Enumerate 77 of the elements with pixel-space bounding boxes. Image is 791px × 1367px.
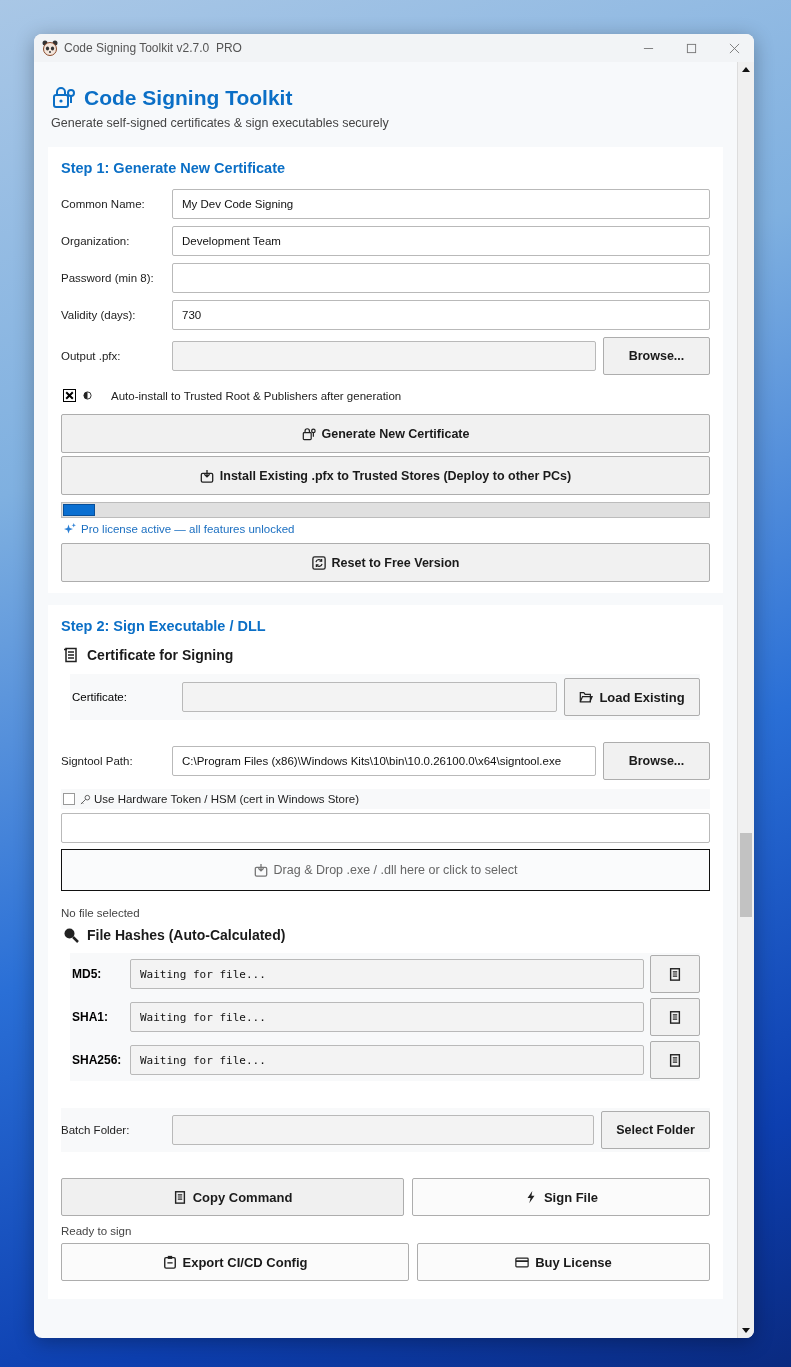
drop-zone[interactable]: Drag & Drop .exe / .dll here or click to select bbox=[61, 849, 710, 891]
checkbox-label: Auto-install to Trusted Root & Publishers after generation bbox=[111, 389, 402, 402]
clipboard-icon bbox=[668, 967, 682, 981]
batch-folder-field[interactable] bbox=[172, 1115, 594, 1145]
generate-button[interactable]: Generate New Certificate bbox=[61, 414, 710, 453]
folder-icon bbox=[579, 690, 594, 704]
checkbox[interactable] bbox=[63, 389, 76, 402]
scrollbar[interactable] bbox=[737, 62, 754, 1338]
export-config-button[interactable]: Export CI/CD Config bbox=[61, 1243, 409, 1281]
subsection-title: File Hashes (Auto-Calculated) bbox=[87, 927, 286, 943]
copy-button[interactable] bbox=[650, 998, 700, 1036]
refresh-icon bbox=[311, 555, 326, 570]
text-field[interactable]: 730 bbox=[172, 300, 710, 330]
reset-button[interactable]: Reset to Free Version bbox=[61, 543, 710, 582]
drop-zone-hint: Drag & Drop .exe / .dll here or click to select bbox=[273, 863, 518, 877]
key-icon bbox=[80, 793, 91, 805]
half-circle-icon bbox=[83, 391, 92, 400]
signtool-path-field[interactable]: C:\Program Files (x86)\Windows Kits\10\bin\10.0.26100.0\x64\signtool.exe bbox=[172, 746, 596, 776]
text-field[interactable]: Development Team bbox=[172, 226, 710, 256]
field-label: Certificate: bbox=[72, 691, 128, 703]
panda-icon bbox=[42, 40, 58, 56]
scroll-up-icon[interactable] bbox=[741, 65, 751, 75]
clipboard-icon bbox=[668, 1010, 682, 1024]
lock-key-icon bbox=[301, 426, 316, 441]
text-field[interactable] bbox=[172, 341, 596, 371]
browse-button[interactable]: Browse... bbox=[603, 742, 710, 780]
scroll-down-icon[interactable] bbox=[741, 1325, 751, 1335]
field-label: Output .pfx: bbox=[61, 350, 122, 362]
hash-label: MD5: bbox=[72, 967, 103, 981]
clipboard-icon bbox=[172, 1190, 187, 1204]
inbox-tray-icon bbox=[253, 863, 268, 877]
subsection-title: Certificate for Signing bbox=[87, 647, 234, 663]
clipboard-icon bbox=[668, 1053, 682, 1067]
checkbox[interactable] bbox=[63, 793, 75, 805]
certificate-field[interactable] bbox=[182, 682, 557, 712]
lock-key-icon bbox=[52, 86, 76, 110]
credit-card-icon bbox=[515, 1255, 530, 1269]
hash-label: SHA1: bbox=[72, 1010, 109, 1024]
field-label: Batch Folder: bbox=[61, 1124, 131, 1136]
browse-button[interactable]: Browse... bbox=[603, 337, 710, 375]
hash-field[interactable]: Waiting for file... bbox=[130, 1002, 644, 1032]
license-status: Pro license active — all features unlocked bbox=[81, 523, 295, 535]
maximize-icon[interactable] bbox=[686, 42, 697, 54]
field-label: Password (min 8): bbox=[61, 272, 155, 284]
window-title: Code Signing Toolkit v2.7.0 PRO bbox=[64, 41, 242, 55]
scroll-thumb[interactable] bbox=[740, 833, 752, 917]
scroll-icon bbox=[63, 647, 79, 663]
file-status: No file selected bbox=[61, 907, 141, 919]
app-title: Code Signing Toolkit bbox=[84, 86, 293, 110]
text-field[interactable] bbox=[172, 263, 710, 293]
section-heading: Step 1: Generate New Certificate bbox=[61, 160, 287, 176]
inbox-tray-icon bbox=[199, 468, 214, 483]
hash-field[interactable]: Waiting for file... bbox=[130, 959, 644, 989]
close-icon[interactable] bbox=[729, 42, 740, 54]
hash-label: SHA256: bbox=[72, 1053, 123, 1067]
field-label: Organization: bbox=[61, 235, 131, 247]
hash-field[interactable]: Waiting for file... bbox=[130, 1045, 644, 1075]
clipboard-icon bbox=[162, 1255, 177, 1269]
sign-status: Ready to sign bbox=[61, 1225, 133, 1237]
field-label: Validity (days): bbox=[61, 309, 137, 321]
buy-license-button[interactable]: Buy License bbox=[417, 1243, 710, 1281]
load-existing-button[interactable]: Load Existing bbox=[564, 678, 700, 716]
copy-button[interactable] bbox=[650, 955, 700, 993]
sign-file-button[interactable]: Sign File bbox=[412, 1178, 710, 1216]
sparkles-icon bbox=[64, 523, 76, 535]
install-button[interactable]: Install Existing .pfx to Trusted Stores (Deploy to other PCs) bbox=[61, 456, 710, 495]
select-folder-button[interactable]: Select Folder bbox=[601, 1111, 710, 1149]
checkbox-label: Use Hardware Token / HSM (cert in Windows Store) bbox=[94, 793, 359, 805]
app-subtitle: Generate self-signed certificates & sign executables securely bbox=[50, 116, 390, 130]
token-field[interactable] bbox=[61, 813, 710, 843]
magnifier-icon bbox=[63, 927, 79, 943]
copy-button[interactable] bbox=[650, 1041, 700, 1079]
section-heading: Step 2: Sign Executable / DLL bbox=[61, 618, 267, 634]
field-label: Common Name: bbox=[61, 198, 146, 210]
field-label: Signtool Path: bbox=[61, 755, 134, 767]
text-field[interactable]: My Dev Code Signing bbox=[172, 189, 710, 219]
copy-command-button[interactable]: Copy Command bbox=[61, 1178, 404, 1216]
